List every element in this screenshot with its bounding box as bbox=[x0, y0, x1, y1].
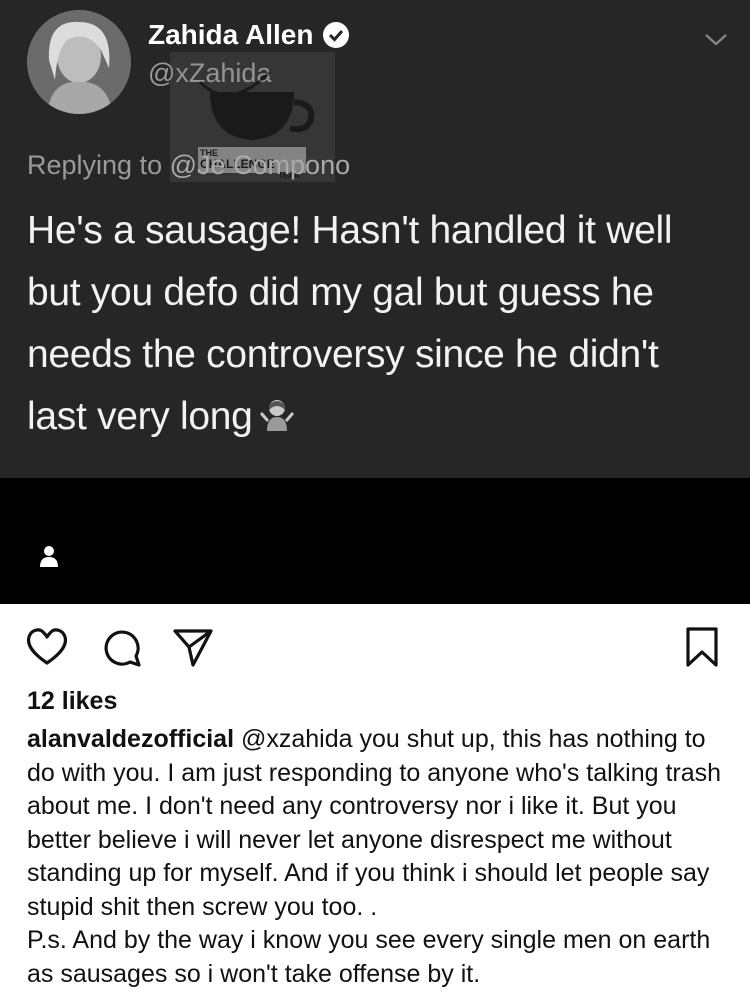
caption-ps: P.s. And by the way i know you see every… bbox=[27, 926, 711, 988]
comment-icon[interactable] bbox=[100, 626, 142, 668]
user-tag-icon[interactable] bbox=[38, 545, 60, 567]
tweet-body: He's a sausage! Hasn't handled it well b… bbox=[27, 209, 673, 438]
heart-icon[interactable] bbox=[25, 626, 69, 666]
post-caption: alanvaldezofficial @xzahida you shut up,… bbox=[27, 723, 727, 991]
reply-target[interactable]: @Je Compono bbox=[170, 150, 351, 180]
caption-username[interactable]: alanvaldezofficial bbox=[27, 725, 234, 753]
author-name[interactable]: Zahida Allen bbox=[148, 19, 313, 51]
likes-count[interactable]: 12 likes bbox=[27, 687, 117, 716]
chevron-down-icon[interactable] bbox=[703, 28, 729, 50]
share-icon[interactable] bbox=[172, 626, 214, 668]
caption-text: @xzahida you shut up, this has nothing t… bbox=[27, 725, 722, 921]
verified-badge-icon bbox=[323, 22, 350, 48]
tweet-screenshot: Zahida Allen @xZahida THE CHALLENGE TEAA… bbox=[0, 0, 750, 478]
person-shrugging-emoji-icon bbox=[259, 390, 295, 431]
reply-prefix: Replying to bbox=[27, 150, 163, 180]
reply-context: Replying to @Je Compono bbox=[27, 150, 350, 181]
tweet-text: He's a sausage! Hasn't handled it well b… bbox=[27, 200, 727, 448]
author-avatar[interactable] bbox=[27, 10, 131, 114]
bookmark-icon[interactable] bbox=[684, 626, 720, 668]
media-footer-band bbox=[0, 478, 750, 604]
action-bar bbox=[0, 616, 750, 676]
author-name-row: Zahida Allen bbox=[148, 19, 350, 51]
